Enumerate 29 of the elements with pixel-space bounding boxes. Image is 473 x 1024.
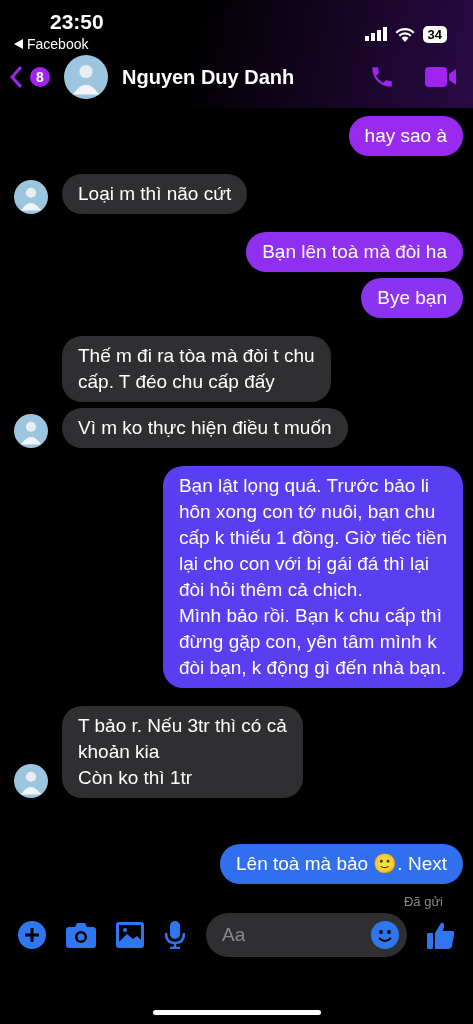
contact-name: Nguyen Duy Danh xyxy=(122,65,296,89)
message-bubble: Lên toà mà bảo 🙂. Next xyxy=(220,844,463,884)
signal-icon xyxy=(364,27,387,41)
image-icon[interactable] xyxy=(116,922,144,948)
message-bubble: Bạn lật lọng quá. Trước bảo li hôn xong con tớ nuôi, bạn chu cấp k thiếu 1 đồng. Giờ tiếc tiền lại cho con với bị gái đá thì lại đòi hỏi thêm cả chịch. Mình bảo rồi. Bạn k chu cấp thì đừng gặp con, yên tâm mình k đòi bạn, k động gì đến nhà bạn. xyxy=(162,466,463,688)
delivery-status: Đã gửi xyxy=(403,894,443,909)
video-camera-icon[interactable] xyxy=(425,65,457,89)
message-bubble: Bạn lên toà mà đòi ha xyxy=(246,232,463,272)
message-bubble: Bye bạn xyxy=(361,278,463,318)
back-icon[interactable] xyxy=(10,66,22,88)
clock: 23:50 xyxy=(50,10,104,34)
wifi-icon xyxy=(394,26,415,42)
plus-icon[interactable] xyxy=(18,921,46,949)
message-bubble: Loại m thì não cứt xyxy=(62,174,248,214)
camera-icon[interactable] xyxy=(66,922,96,948)
message-bubble: T bảo r. Nếu 3tr thì có cả khoản kia Còn ko thì 1tr xyxy=(62,706,303,798)
emoji-icon[interactable] xyxy=(371,921,399,949)
message-bubble: Thế m đi ra tòa mà đòi t chu cấp. T đéo chu cấp đấy xyxy=(62,336,331,402)
battery-level: 34 xyxy=(422,25,447,43)
back-icon xyxy=(14,39,23,49)
back-app-link[interactable]: Facebook xyxy=(27,36,89,52)
message-bubble: Vì m ko thực hiện điều t muốn xyxy=(62,408,348,448)
avatar-icon xyxy=(64,55,108,99)
thumbs-up-icon[interactable] xyxy=(427,921,455,949)
phone-icon[interactable] xyxy=(369,64,395,90)
message-field[interactable]: Aa xyxy=(206,913,407,957)
microphone-icon[interactable] xyxy=(164,921,186,949)
unread-badge: 8 xyxy=(30,67,50,87)
message-bubble: hay sao à xyxy=(348,116,463,156)
